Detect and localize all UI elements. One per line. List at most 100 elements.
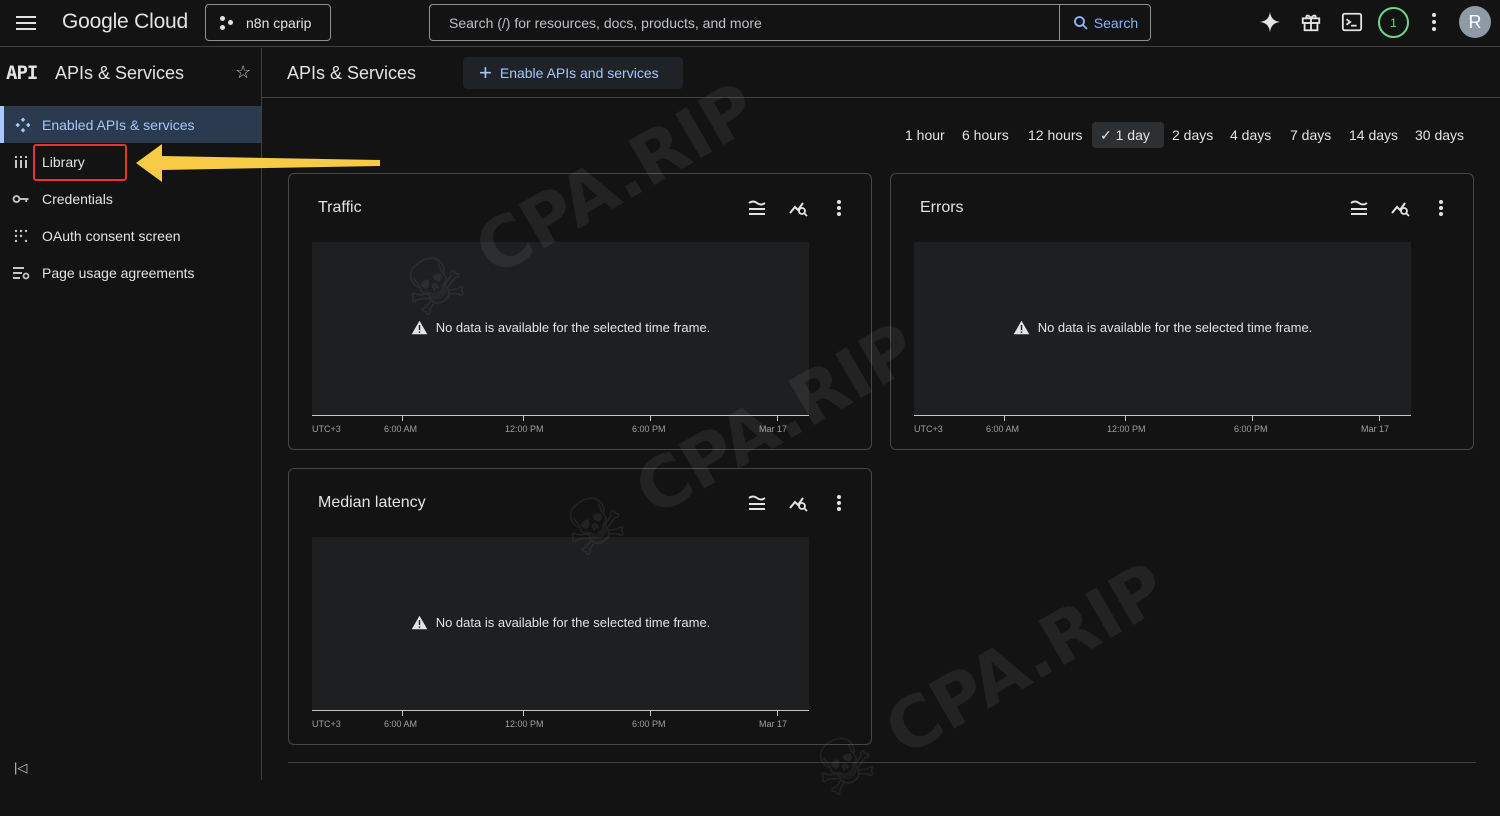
diamond-icon — [4, 116, 42, 134]
chart-area: No data is available for the selected ti… — [914, 242, 1411, 416]
card-more-icon[interactable] — [829, 493, 849, 513]
hamburger-menu-icon[interactable] — [16, 12, 40, 34]
axis-tick-label: UTC+3 — [914, 424, 943, 434]
range-option[interactable]: 4 days — [1230, 127, 1271, 143]
axis-tick-mark — [650, 416, 651, 421]
no-data-text: No data is available for the selected ti… — [1037, 320, 1313, 335]
plus-icon: + — [479, 60, 492, 85]
explore-chart-icon[interactable] — [1390, 198, 1410, 218]
main-header: APIs & Services + Enable APIs and servic… — [262, 48, 1500, 98]
range-option[interactable]: 30 days — [1415, 127, 1464, 143]
warning-icon — [411, 615, 427, 630]
search-icon — [1073, 15, 1088, 30]
axis-tick-label: 12:00 PM — [1107, 424, 1146, 434]
errors-card: Errors No data is available for the sele… — [890, 173, 1474, 450]
axis-tick-mark — [1252, 416, 1253, 421]
axis-tick-label: 6:00 PM — [632, 424, 666, 434]
no-data-message: No data is available for the selected ti… — [914, 320, 1411, 335]
gift-icon[interactable] — [1299, 10, 1323, 34]
chart-area: No data is available for the selected ti… — [312, 242, 809, 416]
project-name: n8n cparip — [246, 14, 312, 31]
card-more-icon[interactable] — [1431, 198, 1451, 218]
axis-tick-mark — [402, 711, 403, 716]
divider — [288, 762, 1476, 763]
range-option[interactable]: 6 hours — [962, 127, 1009, 143]
axis-tick-label: 6:00 PM — [1234, 424, 1268, 434]
avatar[interactable]: R — [1459, 6, 1491, 38]
sidebar-item-oauth[interactable]: OAuth consent screen — [0, 217, 261, 254]
axis-tick-mark — [777, 711, 778, 716]
no-data-text: No data is available for the selected ti… — [435, 320, 711, 335]
range-option[interactable]: 12 hours — [1028, 127, 1082, 143]
axis-tick-label: 6:00 PM — [632, 719, 666, 729]
star-icon[interactable]: ☆ — [235, 62, 251, 83]
axis-tick-label: 6:00 AM — [384, 424, 418, 434]
axis-tick-mark — [1379, 416, 1380, 421]
search-placeholder: Search (/) for resources, docs, products… — [449, 14, 762, 31]
enable-apis-label: Enable APIs and services — [499, 65, 659, 81]
project-picker[interactable]: n8n cparip — [205, 4, 331, 41]
legend-toggle-icon[interactable] — [747, 493, 767, 513]
range-option[interactable]: 2 days — [1172, 127, 1213, 143]
check-icon: ✓ — [1100, 127, 1116, 143]
sidebar-item-enabled-apis[interactable]: Enabled APIs & services — [0, 106, 261, 143]
axis-tick-label: 12:00 PM — [505, 424, 544, 434]
no-data-message: No data is available for the selected ti… — [312, 615, 809, 630]
no-data-text: No data is available for the selected ti… — [435, 615, 711, 630]
range-option[interactable]: 14 days — [1349, 127, 1398, 143]
range-option[interactable]: 1 hour — [905, 127, 945, 143]
axis-tick-label: UTC+3 — [312, 719, 341, 729]
search-button[interactable]: Search — [1059, 4, 1151, 41]
explore-chart-icon[interactable] — [788, 198, 808, 218]
axis-tick-label: 12:00 PM — [505, 719, 544, 729]
card-more-icon[interactable] — [829, 198, 849, 218]
sidebar-item-credentials[interactable]: Credentials — [0, 180, 261, 217]
axis-tick-label: 6:00 AM — [384, 719, 418, 729]
enable-apis-button[interactable]: + Enable APIs and services — [463, 57, 683, 89]
range-option[interactable]: 7 days — [1290, 127, 1331, 143]
legend-toggle-icon[interactable] — [747, 198, 767, 218]
sidebar-item-label: Enabled APIs & services — [42, 116, 195, 133]
notifications-badge[interactable]: 1 — [1378, 7, 1409, 38]
sidebar-header: API APIs & Services ☆ — [0, 48, 262, 98]
range-option-selected[interactable]: ✓ 1 day — [1100, 127, 1150, 144]
explore-chart-icon[interactable] — [788, 493, 808, 513]
highlight-box — [33, 144, 127, 181]
axis-tick-label: UTC+3 — [312, 424, 341, 434]
api-logo-icon: API — [6, 62, 38, 84]
more-options-icon[interactable] — [1432, 13, 1436, 34]
google-cloud-logo[interactable]: Google Cloud — [62, 10, 188, 34]
axis-tick-mark — [523, 711, 524, 716]
project-icon — [220, 15, 234, 30]
axis-tick-label: Mar 17 — [759, 719, 788, 729]
axis-tick-label: Mar 17 — [1361, 424, 1390, 434]
sidebar-item-label: Credentials — [42, 190, 113, 207]
legend-toggle-icon[interactable] — [1349, 198, 1369, 218]
top-bar: Google Cloud n8n cparip Search (/) for r… — [0, 0, 1500, 47]
no-data-message: No data is available for the selected ti… — [312, 320, 809, 335]
latency-card: Median latency No data is available for … — [288, 468, 872, 745]
chart-area: No data is available for the selected ti… — [312, 537, 809, 711]
card-title: Errors — [920, 199, 964, 216]
range-label: 1 day — [1115, 127, 1150, 143]
card-title: Median latency — [318, 494, 426, 511]
sidebar-item-page-usage[interactable]: Page usage agreements — [0, 254, 261, 291]
key-icon — [0, 193, 42, 205]
axis-tick-label: Mar 17 — [759, 424, 788, 434]
axis-tick-mark — [1004, 416, 1005, 421]
axis-tick-mark — [1125, 416, 1126, 421]
cloud-shell-icon[interactable] — [1340, 10, 1364, 34]
sidebar-item-label: Page usage agreements — [42, 264, 195, 281]
collapse-sidebar-icon[interactable]: |◁ — [14, 760, 27, 776]
search-button-label: Search — [1093, 14, 1139, 31]
warning-icon — [411, 320, 427, 335]
search-input[interactable]: Search (/) for resources, docs, products… — [429, 4, 1060, 41]
axis-tick-mark — [650, 711, 651, 716]
axis-tick-mark — [402, 416, 403, 421]
sidebar-title: APIs & Services — [55, 63, 185, 83]
sidebar-item-label: OAuth consent screen — [42, 227, 181, 244]
traffic-card: Traffic No data is available for the sel… — [288, 173, 872, 450]
axis-tick-label: 6:00 AM — [986, 424, 1020, 434]
axis-tick-mark — [777, 416, 778, 421]
gemini-sparkle-icon[interactable] — [1258, 10, 1282, 34]
